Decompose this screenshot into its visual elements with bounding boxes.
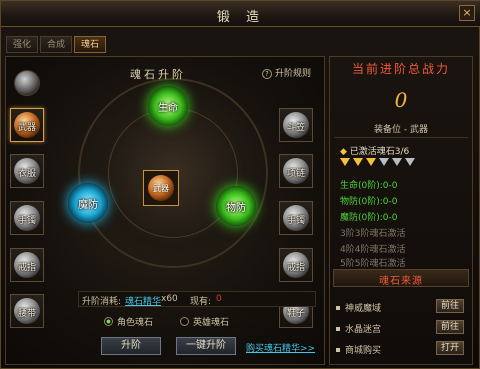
goto-button[interactable]: 前往 [436,320,464,334]
tab-strengthen[interactable]: 强化 [6,36,39,53]
close-icon[interactable]: × [459,5,475,21]
diamond-gray-icon [379,158,389,166]
open-shop-button[interactable]: 打开 [436,341,464,355]
divider [334,137,468,138]
tab-bar: 强化 合成 魂石 [6,36,107,54]
bullet-icon [336,348,340,352]
slot-ring-right[interactable]: 戒指 [279,248,313,282]
source-row: 水晶迷宫 [336,322,381,335]
slot-label: 腰带 [17,309,36,319]
total-power-value: 0 [394,88,408,112]
source-row: 神威魔域 [336,301,381,314]
bullet-icon [336,306,340,310]
stat-magic-def: 魔防(0阶):0-0 [340,213,398,223]
diamond-gray-icon [405,158,415,166]
center-label: 武器 [153,184,169,193]
equip-slot-label: 装备位 - 武器 [374,125,428,135]
one-click-upgrade-button[interactable]: 一键升阶 [176,337,236,355]
slot-label: 手镯 [286,216,305,226]
locked-tier-4: 4阶4阶魂石激活 [340,245,406,255]
slot-armor[interactable]: 衣服 [10,154,44,188]
activated-count: ◆ 已激活魂石3/6 [340,144,409,157]
gem-physical-defense[interactable]: 物防 [216,186,256,226]
diamond-row [340,158,415,166]
tab-combine[interactable]: 合成 [40,36,73,53]
bullet-icon [336,327,340,331]
cost-item-link[interactable]: 魂石精华 [125,294,161,307]
radio-dot [104,317,113,326]
cost-label: 升阶消耗: [82,297,122,307]
buy-essence-link[interactable]: 购买魂石精华>> [246,341,315,354]
section-title: 魂石升阶 [130,68,186,81]
radio-label: 角色魂石 [117,318,154,328]
diamond-icon: ◆ [340,147,347,157]
title-bar: 锻 造 × [1,1,480,27]
goto-button[interactable]: 前往 [436,299,464,313]
stat-phys-def: 物防(0阶):0-0 [340,197,398,207]
gem-label: 魔防 [78,200,98,211]
source-title: 魂石来源 [379,276,423,287]
slot-label: 衣服 [17,169,36,179]
slot-hat[interactable]: 斗笠 [279,108,313,142]
slot-label: 戒指 [286,263,305,273]
source-name: 商城购买 [345,346,382,356]
gem-magic-defense[interactable]: 魔防 [68,183,108,223]
diamond-gold-icon [340,158,350,166]
center-equip-slot[interactable]: 武器 [143,170,179,206]
rules-link[interactable]: ? 升阶规则 [262,66,311,79]
slot-label: 斗笠 [286,123,305,133]
locked-tier-3: 3阶3阶魂石激活 [340,229,406,239]
locked-tier-5: 5阶5阶魂石激活 [340,259,406,269]
tab-soulstone[interactable]: 魂石 [74,36,107,53]
soul-orb-icon [14,70,40,96]
owned-value: 0 [216,294,222,304]
slot-label: 项链 [286,169,305,179]
question-icon: ? [262,69,272,79]
slot-bracelet-right[interactable]: 手镯 [279,201,313,235]
gem-label: 生命 [158,103,178,114]
radio-label: 英雄魂石 [193,318,230,328]
window-title: 锻 造 [216,10,266,25]
slot-bracelet-left[interactable]: 手镯 [10,201,44,235]
owned-label: 现有: [190,297,212,307]
slot-weapon[interactable]: 武器 [10,108,44,142]
slot-label: 手镯 [17,216,36,226]
gem-life[interactable]: 生命 [148,86,188,126]
radio-role-soulstone[interactable]: 角色魂石 [104,315,153,328]
upgrade-button[interactable]: 升阶 [101,337,161,355]
cost-count: x60 [161,294,178,304]
total-power-title: 当前进阶总战力 [351,62,450,76]
gem-label: 物防 [226,203,246,214]
activated-text: 已激活魂石3/6 [349,147,410,157]
slot-label: 戒指 [17,263,36,273]
stat-life: 生命(0阶):0-0 [340,181,398,191]
source-name: 水晶迷宫 [345,325,382,335]
diamond-gold-icon [366,158,376,166]
radio-dot [180,317,189,326]
slot-belt[interactable]: 腰带 [10,294,44,328]
slot-ring-left[interactable]: 戒指 [10,248,44,282]
slot-necklace[interactable]: 项链 [279,154,313,188]
slot-label: 武器 [17,123,36,133]
slot-label: 鞋子 [286,309,305,319]
diamond-gray-icon [392,158,402,166]
source-row: 商城购买 [336,343,381,356]
radio-hero-soulstone[interactable]: 英雄魂石 [180,315,229,328]
source-name: 神威魔域 [345,304,382,314]
rules-link-label: 升阶规则 [275,69,312,79]
diamond-gold-icon [353,158,363,166]
